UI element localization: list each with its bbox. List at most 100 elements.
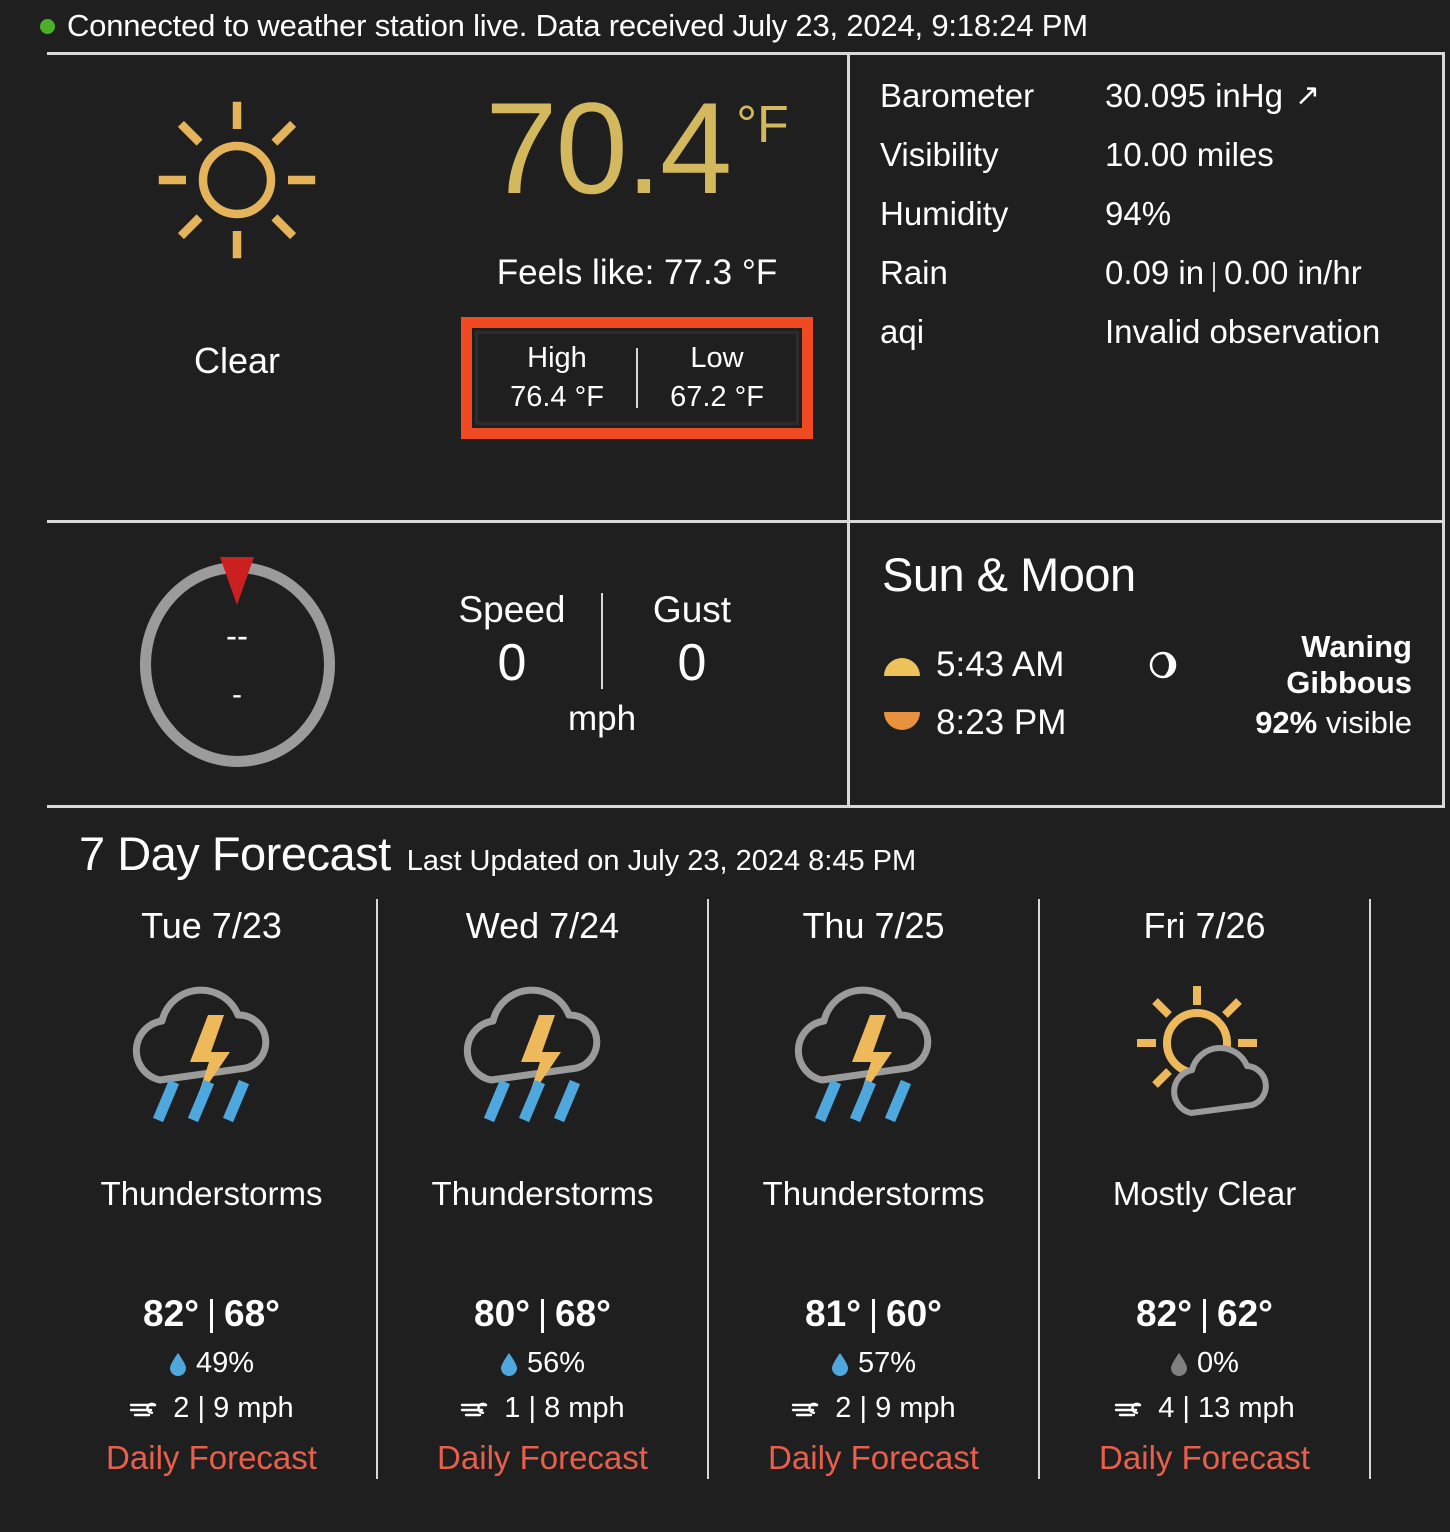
forecast-description: Thunderstorms bbox=[431, 1175, 654, 1212]
daily-forecast-link[interactable]: Daily Forecast bbox=[1099, 1439, 1310, 1477]
wind-icon bbox=[460, 1398, 494, 1420]
thunderstorm-icon bbox=[112, 957, 312, 1157]
rain-total-value: 0.09 in bbox=[1105, 254, 1205, 291]
forecast-title: 7 Day Forecast bbox=[79, 827, 391, 880]
forecast-card[interactable]: Thu 7/25 Thunderstorms 81° 60° 57% 2 | 9… bbox=[709, 899, 1040, 1479]
sunrise-icon bbox=[882, 652, 922, 678]
sunset-time: 8:23 PM bbox=[936, 703, 1067, 742]
forecast-high: 80° bbox=[474, 1293, 530, 1334]
wind-gust-value: 0 bbox=[677, 634, 707, 692]
observation-key: Visibility bbox=[880, 136, 999, 173]
rain-rate-value: 0.00 in/hr bbox=[1224, 254, 1362, 291]
sun-icon bbox=[152, 95, 322, 265]
forecast-precipitation-value: 49% bbox=[195, 1347, 255, 1379]
daily-forecast-link[interactable]: Daily Forecast bbox=[768, 1439, 979, 1477]
forecast-temp-divider bbox=[1203, 1299, 1206, 1333]
current-temperature: 70.4 bbox=[485, 75, 732, 221]
forecast-low: 68° bbox=[555, 1293, 611, 1334]
water-droplet-icon bbox=[831, 1352, 849, 1376]
forecast-temperature-range: 81° 60° bbox=[805, 1293, 942, 1335]
wind-compass: -- - bbox=[47, 556, 427, 767]
feels-like-text: Feels like: 77.3 °F bbox=[496, 253, 778, 292]
forecast-temperature-range: 82° 62° bbox=[1136, 1293, 1273, 1335]
sun-moon-cell: Sun & Moon 5:43 AM 8:23 PM Waning Gibbou… bbox=[847, 523, 1442, 805]
water-droplet-icon bbox=[169, 1352, 187, 1376]
observation-key: Humidity bbox=[880, 195, 1009, 232]
forecast-temp-divider bbox=[872, 1299, 875, 1333]
thunderstorm-icon bbox=[443, 957, 643, 1157]
forecast-day-label: Tue 7/23 bbox=[141, 905, 282, 946]
sun-cloud-icon bbox=[1105, 957, 1305, 1157]
observation-key: Rain bbox=[880, 254, 948, 291]
forecast-description: Mostly Clear bbox=[1112, 1175, 1297, 1212]
observation-value: 0.09 in 0.00 in/hr bbox=[1105, 254, 1362, 292]
connection-status-text: Connected to weather station live. Data … bbox=[67, 8, 1088, 43]
forecast-precipitation: 0% bbox=[1170, 1347, 1239, 1380]
forecast-temperature-range: 82° 68° bbox=[143, 1293, 280, 1335]
wind-cell: -- - Speed 0 Gust 0 mph bbox=[47, 523, 847, 805]
wind-icon bbox=[129, 1398, 163, 1420]
forecast-wind: 2 | 9 mph bbox=[129, 1392, 294, 1425]
sunset-icon bbox=[882, 710, 922, 736]
forecast-wind: 1 | 8 mph bbox=[460, 1392, 625, 1425]
forecast-wind-value: 4 | 13 mph bbox=[1158, 1392, 1295, 1424]
forecast-wind-value: 1 | 8 mph bbox=[504, 1392, 625, 1424]
high-value: 76.4 °F bbox=[510, 381, 604, 413]
sunset-row: 8:23 PM bbox=[882, 694, 1148, 752]
forecast-last-updated: Last Updated on July 23, 2024 8:45 PM bbox=[406, 845, 917, 877]
observation-row: Visibility 10.00 miles bbox=[880, 136, 1442, 195]
middle-row: -- - Speed 0 Gust 0 mph Sun & Moon 5:43 … bbox=[47, 520, 1442, 805]
forecast-day-label: Wed 7/24 bbox=[465, 905, 620, 946]
daily-forecast-link[interactable]: Daily Forecast bbox=[437, 1439, 648, 1477]
wind-readout: Speed 0 Gust 0 mph bbox=[427, 589, 847, 739]
forecast-day-label: Thu 7/25 bbox=[802, 905, 945, 946]
wind-degrees-text: - bbox=[232, 677, 242, 711]
forecast-card[interactable]: Wed 7/24 Thunderstorms 80° 68° 56% 1 | 8… bbox=[378, 899, 709, 1479]
forecast-high: 81° bbox=[805, 1293, 861, 1334]
forecast-wind-value: 2 | 9 mph bbox=[835, 1392, 956, 1424]
forecast-precipitation-value: 56% bbox=[526, 1347, 586, 1379]
forecast-wind: 2 | 9 mph bbox=[791, 1392, 956, 1425]
wind-direction-text: -- bbox=[226, 616, 248, 654]
low-value: 67.2 °F bbox=[670, 381, 764, 413]
low-temperature-cell: Low 67.2 °F bbox=[638, 342, 796, 414]
observation-value: 30.095 inHg ↗ bbox=[1105, 77, 1320, 115]
moon-phase-label: Waning Gibbous bbox=[1286, 629, 1412, 700]
aqi-value: Invalid observation bbox=[1105, 313, 1381, 350]
wind-icon bbox=[1114, 1398, 1148, 1420]
observations-list: Barometer 30.095 inHg ↗ Visibility 10.00… bbox=[850, 55, 1442, 372]
temperature-unit: °F bbox=[736, 96, 789, 154]
forecast-card[interactable]: Fri 7/26 Mostly Clear 82° 62° 0% 4 | 13 … bbox=[1040, 899, 1371, 1479]
water-droplet-icon bbox=[1170, 1352, 1188, 1376]
seven-day-forecast-section: 7 Day Forecast Last Updated on July 23, … bbox=[47, 805, 1445, 1479]
forecast-wind-value: 2 | 9 mph bbox=[173, 1392, 294, 1424]
sun-moon-title: Sun & Moon bbox=[882, 548, 1136, 601]
observation-key: Barometer bbox=[880, 77, 1035, 114]
forecast-day-label: Fri 7/26 bbox=[1143, 905, 1266, 946]
humidity-value: 94% bbox=[1105, 195, 1172, 232]
water-droplet-icon bbox=[500, 1352, 518, 1376]
forecast-temperature-range: 80° 68° bbox=[474, 1293, 611, 1335]
wind-unit-label: mph bbox=[567, 699, 637, 738]
forecast-low: 68° bbox=[224, 1293, 280, 1334]
forecast-precipitation-value: 0% bbox=[1197, 1347, 1239, 1379]
wind-icon bbox=[791, 1398, 825, 1420]
forecast-precipitation: 56% bbox=[500, 1347, 585, 1380]
forecast-high: 82° bbox=[1136, 1293, 1192, 1334]
wind-gust-label: Gust bbox=[652, 589, 732, 630]
current-conditions-cell: Clear 70.4 °F Feels like: 77.3 °F High 7… bbox=[47, 55, 847, 520]
moon-phase-row: Waning Gibbous bbox=[1148, 629, 1412, 700]
moon-info: Waning Gibbous 92% visible bbox=[1148, 629, 1442, 752]
wind-columns-divider bbox=[601, 593, 603, 689]
daily-forecast-link[interactable]: Daily Forecast bbox=[106, 1439, 317, 1477]
pressure-rising-arrow-icon: ↗ bbox=[1294, 79, 1321, 112]
waning-gibbous-moon-icon bbox=[1148, 650, 1178, 680]
forecast-low: 62° bbox=[1217, 1293, 1273, 1334]
forecast-temp-divider bbox=[210, 1299, 213, 1333]
forecast-card[interactable]: Tue 7/23 Thunderstorms 82° 68° 49% 2 | 9… bbox=[47, 899, 378, 1479]
connection-status-bar: Connected to weather station live. Data … bbox=[0, 0, 1450, 52]
forecast-header: 7 Day Forecast Last Updated on July 23, … bbox=[47, 808, 1445, 881]
wind-gust-column: Gust 0 bbox=[617, 589, 767, 693]
current-conditions-frame: Clear 70.4 °F Feels like: 77.3 °F High 7… bbox=[47, 52, 1445, 805]
observation-row: aqi Invalid observation bbox=[880, 313, 1442, 372]
